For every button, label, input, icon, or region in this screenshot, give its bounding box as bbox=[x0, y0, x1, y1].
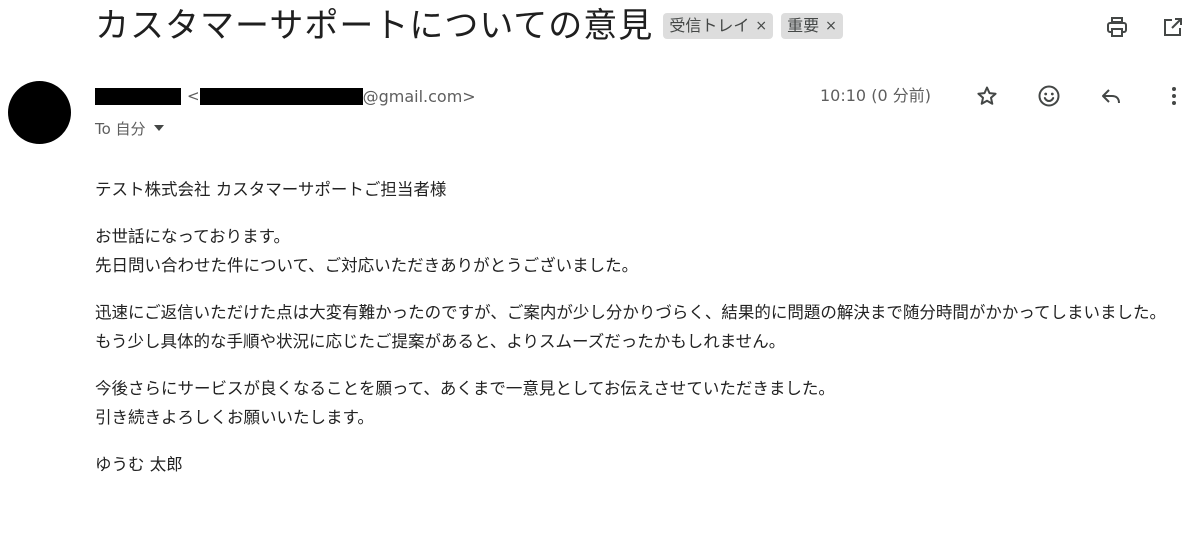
signature-paragraph: ゆうむ 太郎 bbox=[95, 450, 1180, 479]
body-paragraph-1: お世話になっております。 先日問い合わせた件について、ご対応いただきありがとうご… bbox=[95, 222, 1180, 280]
body-line: もう少し具体的な手順や状況に応じたご提案があると、よりスムーズだったかもしれませ… bbox=[95, 332, 786, 351]
open-in-new-window-icon[interactable] bbox=[1160, 14, 1186, 40]
remove-label-button[interactable]: × bbox=[825, 15, 837, 37]
recipient-label: To 自分 bbox=[95, 119, 146, 138]
email-open-bracket: < bbox=[187, 87, 200, 105]
label-chip-important[interactable]: 重要 × bbox=[781, 13, 843, 39]
body-paragraph-3: 今後さらにサービスが良くなることを願って、あくまで一意見としてお伝えさせていただ… bbox=[95, 374, 1180, 432]
body-line: 先日問い合わせた件について、ご対応いただきありがとうございました。 bbox=[95, 256, 639, 275]
recipient-details-toggle[interactable]: To 自分 bbox=[95, 117, 164, 139]
message-body: テスト株式会社 カスタマーサポートご担当者様 お世話になっております。 先日問い… bbox=[95, 175, 1180, 497]
more-vert-icon[interactable] bbox=[1160, 82, 1188, 110]
greeting-line: テスト株式会社 カスタマーサポートご担当者様 bbox=[95, 180, 447, 199]
sender-avatar[interactable] bbox=[8, 81, 71, 144]
remove-label-button[interactable]: × bbox=[755, 15, 767, 37]
email-subject: カスタマーサポートについての意見 bbox=[95, 6, 654, 46]
label-text: 受信トレイ bbox=[669, 16, 750, 35]
star-icon[interactable] bbox=[973, 82, 1001, 110]
body-line: お世話になっております。 bbox=[95, 227, 291, 246]
chevron-down-icon bbox=[153, 125, 164, 131]
body-paragraph-2: 迅速にご返信いただけた点は大変有難かったのですが、ご案内が少し分かりづらく、結果… bbox=[95, 298, 1180, 356]
message-time: 10:10 (0 分前) bbox=[820, 86, 931, 105]
print-icon[interactable] bbox=[1104, 14, 1130, 40]
emoji-icon[interactable] bbox=[1035, 82, 1063, 110]
label-text: 重要 bbox=[787, 16, 820, 35]
body-line: 今後さらにサービスが良くなることを願って、あくまで一意見としてお伝えさせていただ… bbox=[95, 379, 835, 398]
email-view: カスタマーサポートについての意見 受信トレイ × 重要 × < @gmail.c… bbox=[0, 0, 1196, 537]
subject-row: カスタマーサポートについての意見 受信トレイ × 重要 × bbox=[95, 0, 843, 52]
signature: ゆうむ 太郎 bbox=[95, 455, 183, 474]
reply-icon[interactable] bbox=[1097, 82, 1125, 110]
label-chip-inbox[interactable]: 受信トレイ × bbox=[663, 13, 774, 39]
sender-email-domain: @gmail.com> bbox=[362, 86, 476, 106]
greeting-paragraph: テスト株式会社 カスタマーサポートご担当者様 bbox=[95, 175, 1180, 204]
redacted-sender-name bbox=[95, 87, 181, 105]
body-line: 迅速にご返信いただけた点は大変有難かったのですが、ご案内が少し分かりづらく、結果… bbox=[95, 303, 1167, 322]
body-line: 引き続きよろしくお願いいたします。 bbox=[95, 408, 374, 427]
redacted-sender-email bbox=[199, 87, 363, 105]
sender-line: < @gmail.com> bbox=[95, 84, 476, 108]
